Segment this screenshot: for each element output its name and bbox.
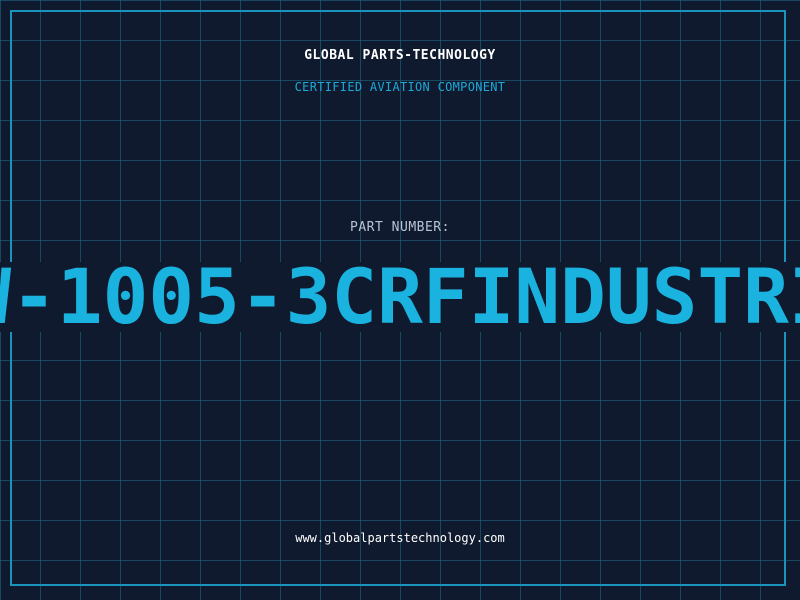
certification-subtitle: CERTIFIED AVIATION COMPONENT bbox=[294, 80, 506, 94]
part-number-band: CRW-1005-3CRFINDUSTRIES bbox=[0, 262, 800, 332]
company-name: GLOBAL PARTS-TECHNOLOGY bbox=[304, 48, 496, 63]
part-number-label: PART NUMBER: bbox=[350, 220, 450, 235]
website-url: www.globalpartstechnology.com bbox=[295, 531, 505, 545]
part-number-value: CRW-1005-3CRFINDUSTRIES bbox=[0, 262, 800, 332]
